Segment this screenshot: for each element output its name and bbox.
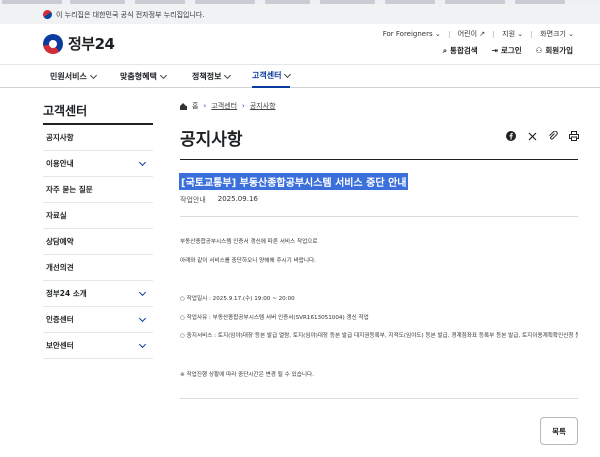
notice-schedule: ○ 작업일시 : 2025.9.17.(수) 19:00 ~ 20:00	[180, 296, 295, 302]
notice-meta-divider	[180, 216, 578, 217]
page-title: 공지사항	[180, 130, 243, 150]
x-icon[interactable]	[527, 131, 537, 141]
font-size-menu[interactable]: 화면크기 ⌄	[540, 29, 574, 39]
header-actions: ⌕ 통합검색 ⇥ 로그인 ⚇ 회원가입	[443, 45, 573, 56]
nav-custom-benefits[interactable]: 맞춤형혜택	[120, 65, 167, 88]
sidebar-item-faq[interactable]: 자주 묻는 질문	[43, 177, 153, 203]
main-navigation: 민원서비스 맞춤형혜택 정책정보 고객센터	[0, 64, 600, 88]
signup-button[interactable]: ⚇ 회원가입	[536, 45, 573, 56]
notice-reason: ○ 작업사유 : 부동산종합공부시스템 서버 인증서(SVR1613051004…	[180, 315, 369, 321]
notice-title: [국토교통부] 부동산종합공부시스템 서비스 중단 안내	[179, 173, 409, 190]
sidebar-item-security[interactable]: 보안센터	[43, 333, 153, 359]
list-button[interactable]: 목록	[540, 417, 578, 445]
chevron-down-icon	[159, 71, 167, 79]
sidebar-item-resources[interactable]: 자료실	[43, 203, 153, 229]
official-gov-banner: 이 누리집은 대한민국 공식 전자정부 누리집입니다.	[0, 5, 600, 24]
for-foreigners-link[interactable]: For Foreigners ⌄	[383, 30, 441, 38]
notice-services: ○ 중지서비스 : 토지(임야)대장 등본 발급 열람, 토지(임야)대장 등본…	[180, 333, 578, 339]
notice-body-line: 부동산종합공부시스템 인증서 갱신에 따른 서비스 작업으로	[180, 239, 318, 245]
sidebar: 고객센터 공지사항 이용안내 자주 묻는 질문 자료실 상담예약 개선의견 정부…	[43, 102, 153, 359]
sidebar-item-auth[interactable]: 인증센터	[43, 307, 153, 333]
utility-menu: For Foreigners ⌄ 어린이 ↗ 지원 ⌄ 화면크기 ⌄	[383, 29, 574, 39]
chevron-right-icon: ›	[242, 102, 245, 110]
chevron-down-icon	[138, 314, 147, 322]
kids-link[interactable]: 어린이 ↗	[458, 29, 485, 39]
login-button[interactable]: ⇥ 로그인	[492, 45, 522, 56]
sidebar-item-feedback[interactable]: 개선의견	[43, 255, 153, 281]
login-icon: ⇥	[491, 46, 498, 55]
site-logo[interactable]: 정부24	[43, 33, 115, 54]
sidebar-title: 고객센터	[43, 102, 153, 125]
home-icon	[180, 102, 187, 110]
breadcrumb-customer-center[interactable]: 고객센터	[211, 101, 237, 111]
content-top-divider	[180, 159, 578, 160]
sidebar-item-consult[interactable]: 상담예약	[43, 229, 153, 255]
notice-date: 2025.09.16	[217, 195, 258, 203]
chevron-down-icon	[284, 70, 292, 78]
chevron-down-icon	[138, 288, 147, 296]
site-name: 정부24	[68, 35, 115, 53]
link-icon[interactable]	[548, 131, 558, 141]
notice-category: 작업안내	[180, 196, 206, 204]
notice-meta: 작업안내 2025.09.16	[180, 195, 258, 205]
search-icon: ⌕	[442, 45, 448, 55]
sidebar-item-notices[interactable]: 공지사항	[43, 125, 153, 151]
sidebar-item-about[interactable]: 정부24 소개	[43, 281, 153, 307]
government-emblem-icon	[43, 33, 63, 54]
nav-customer-center[interactable]: 고객센터	[252, 65, 292, 88]
chevron-right-icon: ›	[203, 102, 207, 110]
content-bottom-divider	[180, 398, 578, 399]
nav-policy-info[interactable]: 정책정보	[192, 65, 232, 88]
chevron-down-icon	[224, 71, 232, 79]
chevron-down-icon	[89, 71, 97, 79]
user-add-icon: ⚇	[535, 46, 543, 55]
sidebar-item-guide[interactable]: 이용안내	[43, 151, 153, 177]
notice-note: ※ 작업진행 상황에 따라 중단시간은 변경 될 수 있습니다.	[180, 372, 314, 378]
breadcrumb-home[interactable]: 홈	[192, 101, 198, 111]
korea-flag-icon	[41, 8, 54, 21]
support-menu[interactable]: 지원 ⌄	[502, 29, 523, 39]
share-toolbar	[506, 131, 579, 141]
facebook-icon[interactable]	[506, 131, 516, 141]
search-button[interactable]: ⌕ 통합검색	[443, 45, 478, 56]
breadcrumb: 홈 › 고객센터 › 공지사항	[180, 101, 276, 111]
chevron-down-icon	[138, 158, 147, 166]
gov-banner-text: 이 누리집은 대한민국 공식 전자정부 누리집입니다.	[56, 10, 205, 19]
chevron-down-icon	[138, 340, 147, 348]
print-icon[interactable]	[569, 131, 579, 141]
breadcrumb-notices[interactable]: 공지사항	[250, 101, 276, 111]
nav-civil-service[interactable]: 민원서비스	[50, 65, 97, 88]
notice-body-line: 아래와 같이 서비스를 중단하오니 양해해 주시기 바랍니다.	[180, 258, 316, 264]
